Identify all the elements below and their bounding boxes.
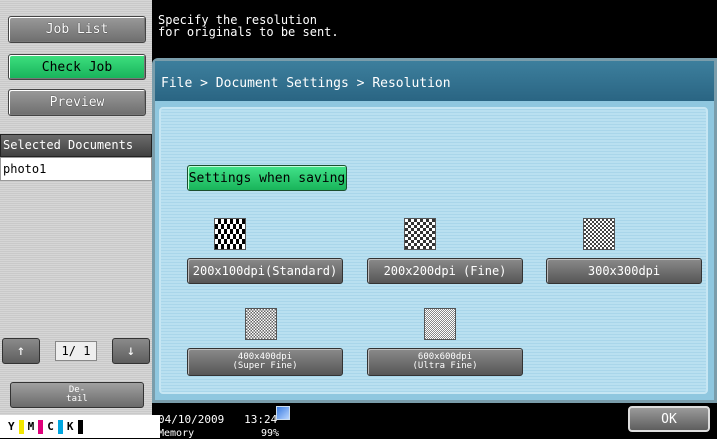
- resolution-panel: File > Document Settings > Resolution Se…: [152, 58, 717, 403]
- super-fine-resolution-icon: [245, 308, 277, 340]
- list-item[interactable]: photo1: [0, 157, 152, 181]
- selected-documents-header: Selected Documents: [0, 134, 152, 157]
- arrow-down-icon: ↓: [126, 343, 136, 359]
- status-date: 04/10/2009: [158, 413, 225, 426]
- detail-label-line2: tail: [66, 394, 88, 404]
- message-line2: for originals to be sent.: [158, 25, 339, 39]
- toner-levels: Y M C K: [0, 415, 160, 438]
- ultra-fine-line2: (Ultra Fine): [412, 361, 478, 371]
- detail-button[interactable]: De- tail: [10, 382, 144, 408]
- pager: ↑ 1/ 1 ↓: [2, 338, 150, 364]
- resolution-super-fine-button[interactable]: 400x400dpi (Super Fine): [187, 348, 343, 376]
- instruction-message: Specify the resolution for originals to …: [158, 14, 339, 38]
- 300dpi-resolution-icon: [583, 218, 615, 250]
- memory-value: 99%: [261, 428, 280, 439]
- job-list-button[interactable]: Job List: [8, 16, 146, 43]
- page-indicator: 1/ 1: [54, 341, 98, 361]
- resolution-fine-button[interactable]: 200x200dpi (Fine): [367, 258, 523, 284]
- toner-y-label: Y: [8, 420, 15, 433]
- resolution-ultra-fine-button[interactable]: 600x600dpi (Ultra Fine): [367, 348, 523, 376]
- toner-m-label: M: [27, 420, 35, 433]
- resolution-300-button[interactable]: 300x300dpi: [546, 258, 702, 284]
- super-fine-line2: (Super Fine): [232, 361, 298, 371]
- selected-documents-panel: Selected Documents photo1: [0, 134, 152, 181]
- sidebar: Job List Check Job Preview Selected Docu…: [0, 0, 160, 438]
- network-icon: [276, 406, 290, 420]
- status-time: 13:24: [244, 413, 278, 426]
- page-up-button[interactable]: ↑: [2, 338, 40, 364]
- ultra-fine-resolution-icon: [424, 308, 456, 340]
- content-area: Settings when saving 200x100dpi(Standard…: [159, 107, 708, 394]
- toner-c-label: C: [47, 420, 54, 433]
- toner-m-bar: [38, 419, 44, 434]
- memory-label: Memory: [158, 428, 195, 439]
- toner-y-bar: [18, 419, 24, 434]
- standard-resolution-icon: [214, 218, 246, 250]
- preview-button[interactable]: Preview: [8, 89, 146, 116]
- status-datetime: 04/10/2009 13:24: [158, 414, 277, 425]
- toner-k-label: K: [66, 420, 74, 433]
- toner-k-bar: [77, 419, 83, 434]
- toner-c-bar: [57, 419, 63, 434]
- resolution-standard-button[interactable]: 200x100dpi(Standard): [187, 258, 343, 284]
- settings-when-saving-button[interactable]: Settings when saving: [187, 165, 347, 191]
- breadcrumb: File > Document Settings > Resolution: [155, 61, 714, 101]
- fine-resolution-icon: [404, 218, 436, 250]
- ok-button[interactable]: OK: [628, 406, 710, 432]
- page-down-button[interactable]: ↓: [112, 338, 150, 364]
- arrow-up-icon: ↑: [16, 343, 26, 359]
- check-job-button[interactable]: Check Job: [8, 54, 146, 80]
